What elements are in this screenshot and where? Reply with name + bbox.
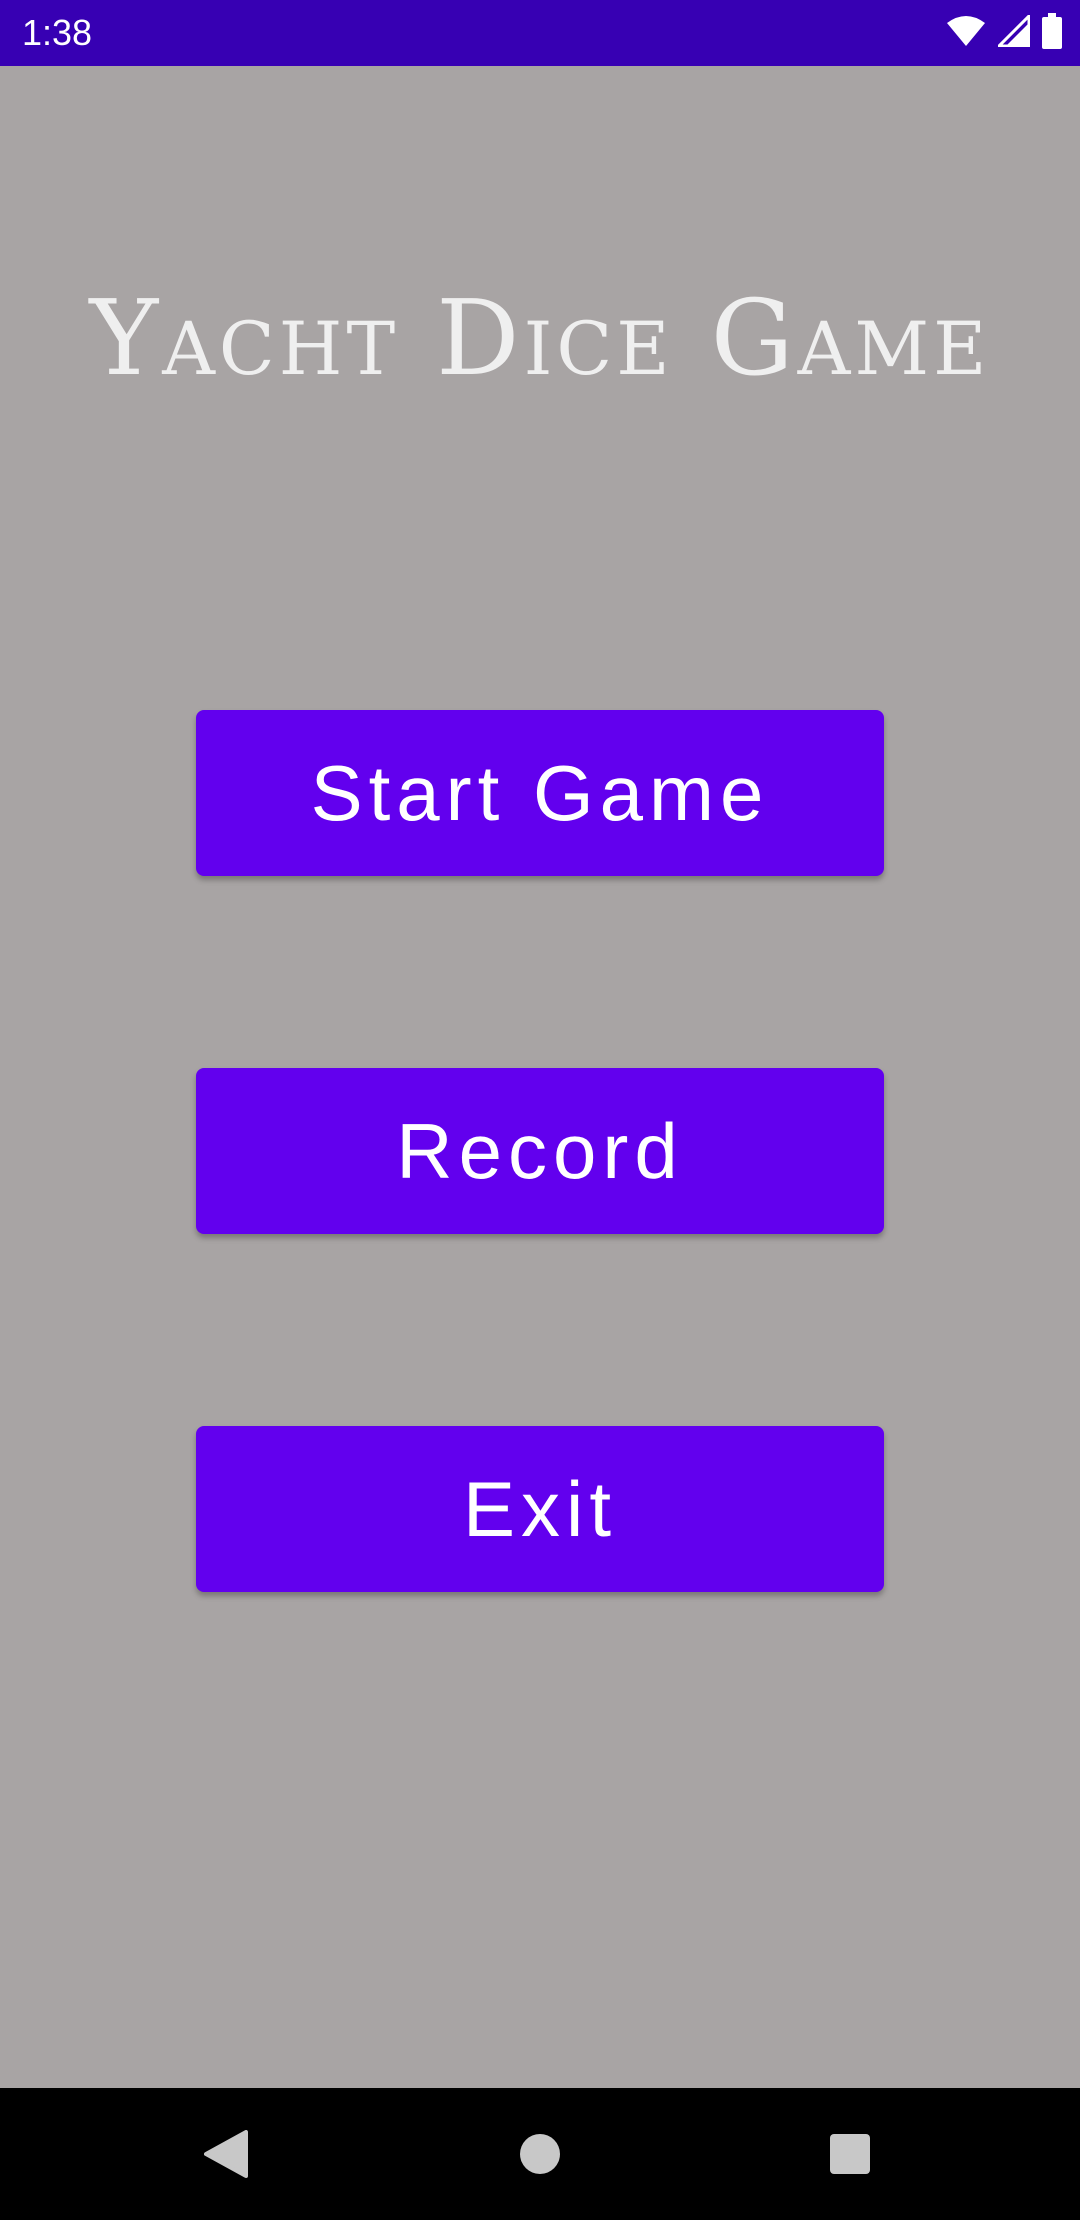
record-button[interactable]: Record bbox=[196, 1068, 884, 1234]
start-game-button[interactable]: Start Game bbox=[196, 710, 884, 876]
recents-icon[interactable] bbox=[820, 2124, 880, 2184]
navigation-bar bbox=[0, 2088, 1080, 2220]
back-icon[interactable] bbox=[196, 2124, 256, 2184]
app-title: Yacht Dice Game bbox=[89, 277, 991, 399]
status-bar: 1:38 bbox=[0, 0, 1080, 66]
battery-icon bbox=[1042, 12, 1062, 54]
wifi-icon bbox=[946, 15, 986, 52]
status-icons bbox=[946, 11, 1062, 54]
status-time: 1:38 bbox=[22, 12, 93, 53]
exit-button[interactable]: Exit bbox=[196, 1426, 884, 1592]
home-icon[interactable] bbox=[510, 2124, 570, 2184]
cellular-signal-icon bbox=[995, 11, 1031, 52]
